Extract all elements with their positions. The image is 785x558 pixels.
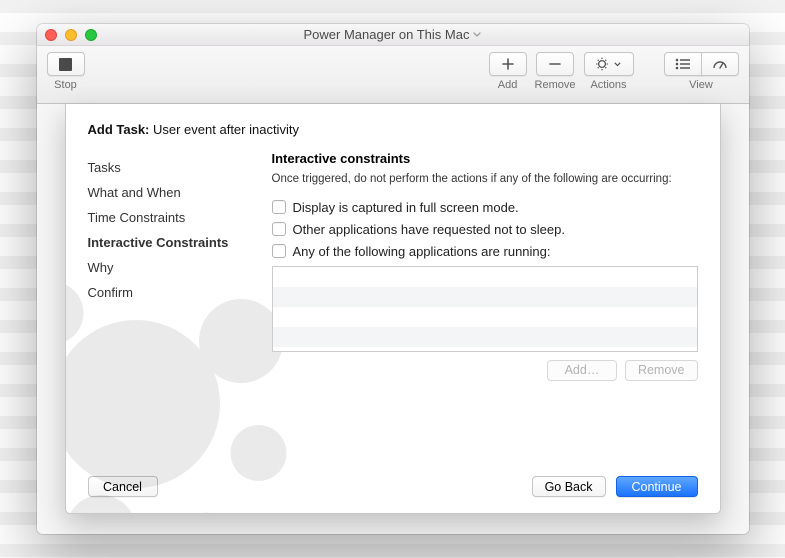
nav-item-tasks[interactable]: Tasks — [88, 155, 248, 180]
app-add-button: Add… — [547, 360, 617, 381]
zoom-icon[interactable] — [85, 29, 97, 41]
nav-item-interactive[interactable]: Interactive Constraints — [88, 230, 248, 255]
list-icon — [675, 58, 691, 70]
app-remove-button: Remove — [625, 360, 698, 381]
nav-item-what-when[interactable]: What and When — [88, 180, 248, 205]
view-label: View — [689, 79, 713, 91]
checkbox-icon — [272, 222, 286, 236]
checkbox-label: Display is captured in full screen mode. — [293, 200, 519, 215]
sheet-backdrop: Add Task: User event after inactivity Ta… — [37, 104, 749, 534]
sheet: Add Task: User event after inactivity Ta… — [65, 104, 721, 514]
checkbox-apps-running[interactable]: Any of the following applications are ru… — [272, 244, 698, 259]
gear-icon — [596, 57, 611, 71]
toolbar-actions-group: Actions — [584, 52, 634, 91]
go-back-button[interactable]: Go Back — [532, 476, 606, 497]
stop-button[interactable] — [47, 52, 85, 76]
continue-button[interactable]: Continue — [616, 476, 698, 497]
view-list-button[interactable] — [664, 52, 702, 76]
view-gauge-button[interactable] — [701, 52, 739, 76]
actions-button[interactable] — [584, 52, 634, 76]
gauge-icon — [712, 58, 728, 70]
sheet-content: Interactive constraints Once triggered, … — [272, 151, 698, 462]
window-controls — [45, 29, 97, 41]
toolbar-remove-group: Remove — [535, 52, 576, 91]
checkbox-nosleep[interactable]: Other applications have requested not to… — [272, 222, 698, 237]
close-icon[interactable] — [45, 29, 57, 41]
checkbox-fullscreen[interactable]: Display is captured in full screen mode. — [272, 200, 698, 215]
actions-label: Actions — [590, 79, 626, 91]
sheet-footer: Cancel Go Back Continue — [88, 462, 698, 513]
checkbox-icon — [272, 244, 286, 258]
add-button[interactable] — [489, 52, 527, 76]
stop-icon — [59, 58, 72, 71]
sheet-title-prefix: Add Task: — [88, 122, 154, 137]
minus-icon — [548, 57, 562, 71]
sheet-title-name: User event after inactivity — [153, 122, 299, 137]
window-title[interactable]: Power Manager on This Mac — [304, 27, 482, 42]
toolbar-add-group: Add — [489, 52, 527, 91]
remove-button[interactable] — [536, 52, 574, 76]
toolbar-view-group: View — [664, 52, 739, 91]
add-label: Add — [498, 79, 518, 91]
application-list[interactable] — [272, 266, 698, 352]
chevron-down-icon — [614, 62, 621, 67]
step-nav: Tasks What and When Time Constraints Int… — [88, 151, 248, 462]
toolbar: Stop Add Remove Actions — [37, 46, 749, 104]
checkbox-icon — [272, 200, 286, 214]
checkbox-label: Other applications have requested not to… — [293, 222, 565, 237]
app-window: Power Manager on This Mac Stop Add Remov… — [37, 24, 749, 534]
toolbar-stop-group: Stop — [47, 52, 85, 91]
content-title: Interactive constraints — [272, 151, 698, 166]
minimize-icon[interactable] — [65, 29, 77, 41]
stop-label: Stop — [54, 79, 77, 91]
chevron-down-icon — [473, 32, 481, 38]
cancel-button[interactable]: Cancel — [88, 476, 158, 497]
nav-item-confirm[interactable]: Confirm — [88, 280, 248, 305]
titlebar: Power Manager on This Mac — [37, 24, 749, 46]
sheet-title: Add Task: User event after inactivity — [88, 122, 698, 137]
content-description: Once triggered, do not perform the actio… — [272, 172, 677, 188]
nav-item-time[interactable]: Time Constraints — [88, 205, 248, 230]
checkbox-label: Any of the following applications are ru… — [293, 244, 551, 259]
plus-icon — [501, 57, 515, 71]
window-title-text: Power Manager on This Mac — [304, 27, 470, 42]
nav-item-why[interactable]: Why — [88, 255, 248, 280]
remove-label: Remove — [535, 79, 576, 91]
